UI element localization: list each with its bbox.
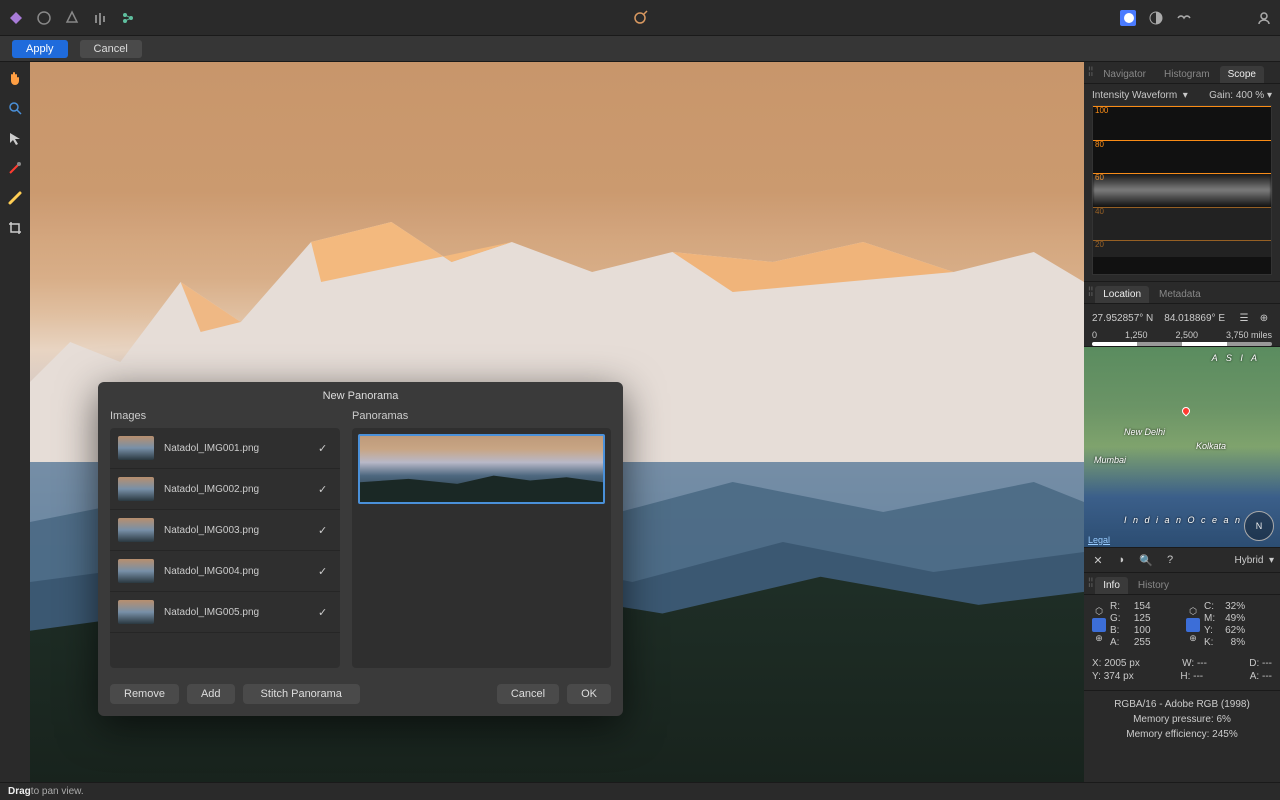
tab-metadata[interactable]: Metadata: [1151, 286, 1209, 303]
crop-tool-icon[interactable]: [5, 218, 25, 238]
persona-liquify-icon[interactable]: [36, 10, 52, 26]
list-item[interactable]: Natadol_IMG003.png✓: [110, 510, 340, 551]
mem-eff-label: Memory efficiency: 245%: [1084, 727, 1280, 742]
map-tag-icon[interactable]: ◗: [1114, 552, 1130, 568]
longitude: 84.018869° E: [1164, 313, 1225, 324]
eyedropper-rgb-icon[interactable]: [1092, 618, 1106, 632]
cancel-button[interactable]: Cancel: [80, 40, 142, 58]
list-item[interactable]: Natadol_IMG002.png✓: [110, 469, 340, 510]
account-icon[interactable]: [1256, 10, 1272, 26]
panel-tabs-1: ¦¦ Navigator Histogram Scope: [1084, 62, 1280, 84]
persona-develop-icon[interactable]: [64, 10, 80, 26]
map-close-icon[interactable]: ✕: [1090, 552, 1106, 568]
list-item[interactable]: Natadol_IMG001.png✓: [110, 428, 340, 469]
tab-scope[interactable]: Scope: [1220, 66, 1264, 83]
panel-tabs-2: ¦¦ Location Metadata: [1084, 282, 1280, 304]
redeye-tool-icon[interactable]: [5, 158, 25, 178]
pointer-tool-icon[interactable]: [5, 128, 25, 148]
map-help-icon[interactable]: ?: [1162, 552, 1178, 568]
map-search-icon[interactable]: 🔍: [1138, 552, 1154, 568]
add-button[interactable]: Add: [187, 684, 235, 704]
tab-navigator[interactable]: Navigator: [1095, 66, 1154, 83]
persona-tone-icon[interactable]: [92, 10, 108, 26]
view-mode-3-icon[interactable]: [1176, 10, 1192, 26]
view-mode-2-icon[interactable]: [1148, 10, 1164, 26]
context-toolbar: Apply Cancel: [0, 36, 1280, 62]
hand-tool-icon[interactable]: [5, 68, 25, 88]
top-toolbar: [0, 0, 1280, 36]
apply-button[interactable]: Apply: [12, 40, 68, 58]
status-bar: Drag to pan view.: [0, 782, 1280, 800]
remove-button[interactable]: Remove: [110, 684, 179, 704]
blemish-tool-icon[interactable]: [5, 188, 25, 208]
tool-strip: [0, 62, 30, 782]
list-icon[interactable]: ☰: [1236, 310, 1252, 326]
brush-tool-icon[interactable]: [632, 10, 648, 26]
map-layer-select[interactable]: Hybrid ▾: [1235, 555, 1274, 566]
list-item[interactable]: Natadol_IMG004.png✓: [110, 551, 340, 592]
panorama-preview[interactable]: [358, 434, 605, 504]
tab-history[interactable]: History: [1130, 577, 1177, 594]
map-pin: [1180, 405, 1191, 416]
eyedropper-cmyk-icon[interactable]: [1186, 618, 1200, 632]
compass-icon: N: [1244, 511, 1274, 541]
persona-photo-icon[interactable]: [8, 10, 24, 26]
dialog-cancel-button[interactable]: Cancel: [497, 684, 559, 704]
stitch-panorama-button[interactable]: Stitch Panorama: [243, 684, 360, 704]
intensity-waveform: 100 80 60 40 20: [1092, 105, 1272, 275]
tab-histogram[interactable]: Histogram: [1156, 66, 1218, 83]
dialog-title: New Panorama: [98, 382, 623, 410]
latitude: 27.952857° N: [1092, 313, 1153, 324]
tab-info[interactable]: Info: [1095, 577, 1128, 594]
view-mode-1-icon[interactable]: [1120, 10, 1136, 26]
tab-location[interactable]: Location: [1095, 286, 1149, 303]
list-item[interactable]: Natadol_IMG005.png✓: [110, 592, 340, 633]
images-list[interactable]: Natadol_IMG001.png✓ Natadol_IMG002.png✓ …: [110, 428, 340, 668]
scope-mode-select[interactable]: Intensity Waveform ▾: [1092, 90, 1188, 101]
mem-pressure-label: Memory pressure: 6%: [1084, 712, 1280, 727]
colorspace-label: RGBA/16 - Adobe RGB (1998): [1084, 697, 1280, 712]
map-legal-link[interactable]: Legal: [1088, 535, 1110, 545]
dialog-ok-button[interactable]: OK: [567, 684, 611, 704]
zoom-tool-icon[interactable]: [5, 98, 25, 118]
locate-icon[interactable]: ⊕: [1256, 310, 1272, 326]
new-panorama-dialog: New Panorama Images Natadol_IMG001.png✓ …: [98, 382, 623, 716]
persona-export-icon[interactable]: [120, 10, 136, 26]
location-map[interactable]: A S I A New Delhi Kolkata Mumbai I n d i…: [1084, 347, 1280, 547]
panel-tabs-3: ¦¦ Info History: [1084, 573, 1280, 595]
right-panel: ¦¦ Navigator Histogram Scope Intensity W…: [1084, 62, 1280, 782]
panoramas-list[interactable]: [352, 428, 611, 668]
